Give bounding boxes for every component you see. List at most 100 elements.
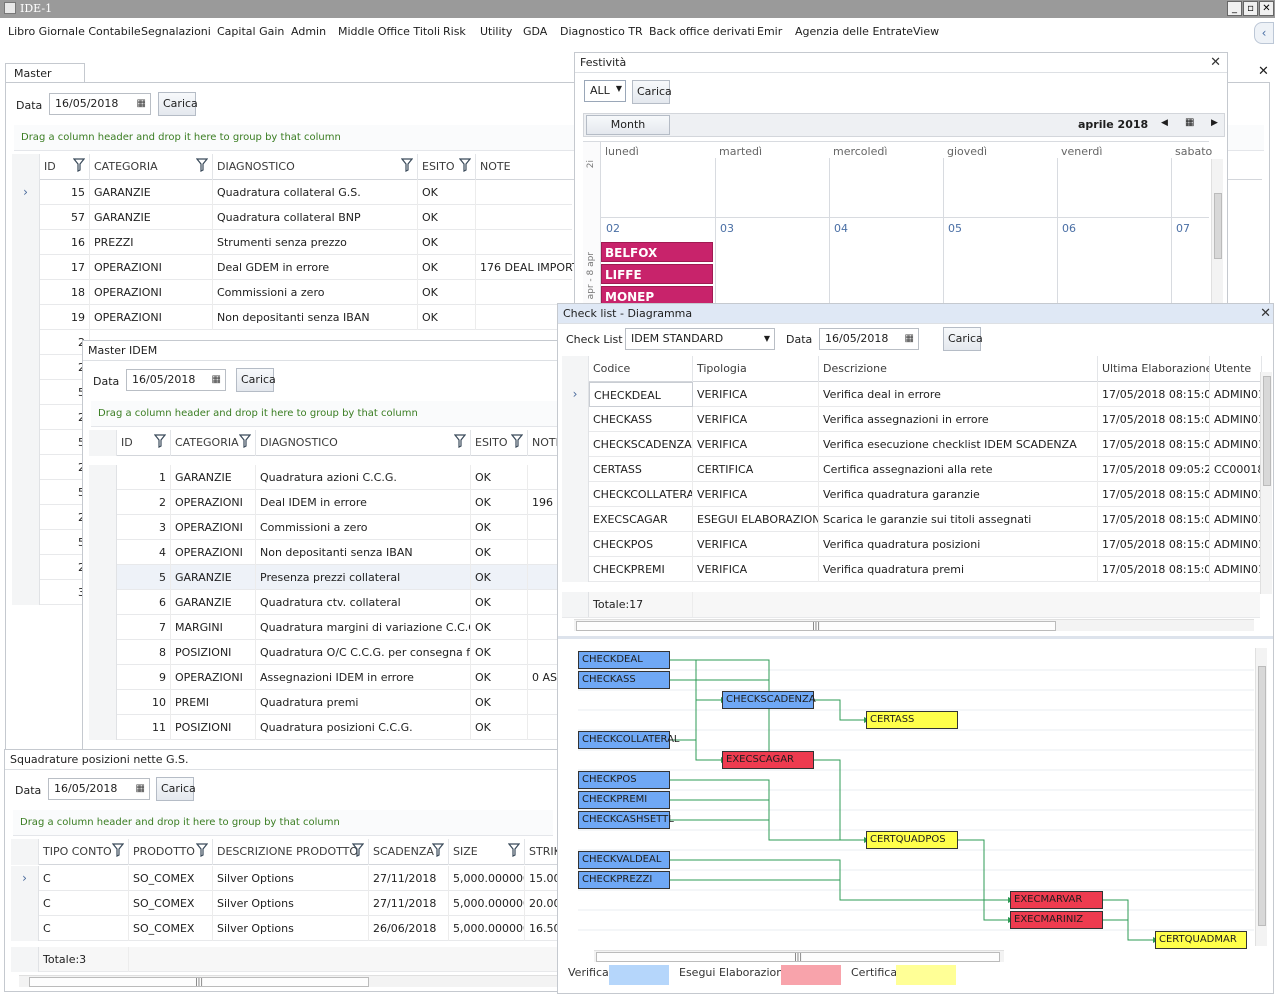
table-row[interactable]: 2 OPERAZIONI Deal IDEM in errore OK 196 I [89, 490, 560, 515]
menu-capital-gain[interactable]: Capital Gain [217, 25, 284, 38]
table-row[interactable]: 11 POSIZIONI Quadratura posizioni C.C.G. OK [89, 715, 559, 740]
menu-utility[interactable]: Utility [480, 25, 512, 38]
table-row[interactable]: CHECKPREMI VERIFICA Verifica quadratura pr… [562, 557, 1262, 582]
col-note[interactable]: NOTE [476, 154, 576, 180]
sq-group-panel[interactable]: Drag a column header and drop it here to… [13, 810, 553, 836]
table-row[interactable]: 4 OPERAZIONI Non depositanti senza IBAN OK [89, 540, 559, 565]
col-categoria[interactable]: CATEGORIA [171, 430, 256, 456]
table-row[interactable]: EXECSCAGAR ESEGUI ELABORAZIONE Scarica le … [562, 507, 1262, 532]
table-row[interactable]: 3 OPERAZIONI Commissioni a zero OK [89, 515, 559, 540]
cl-date-field[interactable]: 16/05/2018 ▦ [819, 328, 919, 350]
cl-vertical-scrollbar[interactable] [1260, 372, 1272, 594]
day-03[interactable]: 03 [720, 222, 734, 235]
minimize-button[interactable]: _ [1227, 1, 1242, 16]
menu-libro-giornale[interactable]: Libro Giornale Contabile [8, 25, 141, 38]
sq-horizontal-scrollbar[interactable]: ||| [19, 975, 559, 987]
diagram-node-checkpos[interactable]: CHECKPOS [578, 771, 670, 789]
close-icon[interactable]: ✕ [1260, 306, 1271, 321]
diagram-node-checkvaldeal[interactable]: CHECKVALDEAL [578, 851, 670, 869]
table-row[interactable]: 19 OPERAZIONI Non depositanti senza IBAN OK [12, 305, 576, 330]
holiday-event[interactable]: LIFFE [601, 264, 713, 284]
calendar-icon[interactable]: ▦ [905, 333, 914, 344]
idem-load-button[interactable]: Carica [236, 368, 276, 392]
table-row[interactable]: CERTASS CERTIFICA Certifica assegnazioni a… [562, 457, 1262, 482]
table-row[interactable]: C SO_COMEX Silver Options 27/11/2018 5,000.0… [11, 891, 559, 916]
diagram-node-checkscadenza[interactable]: CHECKSCADENZA [722, 691, 816, 709]
menu-back-office[interactable]: Back office derivati [649, 25, 755, 38]
diagram-node-checkcashsettl[interactable]: CHECKCASHSETTL [578, 811, 674, 829]
filter-icon[interactable] [459, 158, 471, 172]
table-row[interactable]: 5 GARANZIE Presenza prezzi collateral OK [89, 565, 559, 590]
table-row[interactable]: 1 GARANZIE Quadratura azioni C.C.G. OK [89, 465, 559, 490]
filter-icon[interactable] [239, 434, 251, 448]
filter-icon[interactable] [112, 843, 124, 857]
col-utente[interactable]: Utente [1210, 356, 1262, 382]
menu-segnalazioni[interactable]: Segnalazioni [141, 25, 211, 38]
prev-month-icon[interactable]: ◀ [1161, 118, 1168, 128]
calendar-week-1[interactable] [601, 158, 1209, 218]
table-row[interactable]: 57 GARANZIE Quadratura collateral BNP OK [12, 205, 576, 230]
table-row[interactable]: 16 PREZZI Strumenti senza prezzo OK [12, 230, 576, 255]
table-row[interactable]: 18 OPERAZIONI Commissioni a zero OK [12, 280, 576, 305]
filter-icon[interactable] [511, 434, 523, 448]
day-07[interactable]: 07 [1176, 222, 1190, 235]
col-prodotto[interactable]: PRODOTTO [129, 839, 213, 865]
close-tab-icon[interactable]: ✕ [1258, 64, 1269, 79]
day-02[interactable]: 02 [606, 222, 620, 235]
holiday-filter-dropdown[interactable]: ALL ▼ [584, 80, 626, 102]
table-row[interactable]: › C SO_COMEX Silver Options 27/11/2018 5,000.… [11, 866, 559, 891]
diagram-node-execmarvar[interactable]: EXECMARVAR [1010, 891, 1103, 909]
filter-icon[interactable] [352, 843, 364, 857]
table-row[interactable]: CHECKPOS VERIFICA Verifica quadratura posi… [562, 532, 1262, 557]
table-row[interactable]: 7 MARGINI Quadratura margini di variazione… [89, 615, 559, 640]
filter-icon[interactable] [73, 158, 85, 172]
diagram-node-checkprezzi[interactable]: CHECKPREZZI [578, 871, 670, 889]
filter-icon[interactable] [196, 843, 208, 857]
tab-master-gdem[interactable]: Master GDEM [5, 63, 85, 93]
filter-icon[interactable] [154, 434, 166, 448]
col-id[interactable]: ID [117, 430, 171, 456]
day-05[interactable]: 05 [948, 222, 962, 235]
sq-load-button[interactable]: Carica [156, 777, 196, 801]
col-codice[interactable]: Codice [589, 356, 693, 382]
menu-agenzia-entrate[interactable]: Agenzia delle Entrate [795, 25, 913, 38]
table-row[interactable]: CHECKASS VERIFICA Verifica assegnazioni in… [562, 407, 1262, 432]
diagram-node-execmariniz[interactable]: EXECMARINIZ [1010, 911, 1103, 929]
calendar-icon[interactable]: ▦ [137, 98, 146, 109]
diagram-horizontal-scrollbar[interactable]: ||| [594, 950, 1004, 962]
table-row[interactable]: › 15 GARANZIE Quadratura collateral G.S. OK [12, 180, 576, 205]
col-esito[interactable]: ESITO [471, 430, 528, 456]
diagram-node-certass[interactable]: CERTASS [866, 711, 958, 729]
diagram-node-certquadmar[interactable]: CERTQUADMAR [1155, 931, 1247, 949]
col-categoria[interactable]: CATEGORIA [90, 154, 213, 180]
sq-date-field[interactable]: 16/05/2018 ▦ [48, 778, 150, 800]
col-tipo-conto[interactable]: TIPO CONTO [39, 839, 129, 865]
idem-date-field[interactable]: 16/05/2018 ▦ [126, 369, 226, 391]
col-id[interactable]: ID [40, 154, 90, 180]
filter-icon[interactable] [454, 434, 466, 448]
day-04[interactable]: 04 [834, 222, 848, 235]
month-view-button[interactable]: Month [586, 115, 670, 135]
idem-group-panel[interactable]: Drag a column header and drop it here to… [91, 401, 561, 427]
col-size[interactable]: SIZE [449, 839, 525, 865]
checklist-dropdown[interactable]: IDEM STANDARD ▼ [625, 328, 775, 350]
table-row[interactable]: 10 PREMI Quadratura premi OK [89, 690, 559, 715]
menu-view[interactable]: View [913, 25, 939, 38]
collapse-panel-button[interactable]: ‹ [1254, 22, 1274, 44]
table-row[interactable]: 8 POSIZIONI Quadratura O/C C.C.G. per cons… [89, 640, 559, 665]
col-descrizione-prodotto[interactable]: DESCRIZIONE PRODOTTO [213, 839, 369, 865]
table-row[interactable]: 17 OPERAZIONI Deal GDEM in errore OK 176 DEA… [12, 255, 576, 280]
diagram-node-checkcollateral[interactable]: CHECKCOLLATERAL [578, 731, 680, 749]
diagram-node-checkpremi[interactable]: CHECKPREMI [578, 791, 670, 809]
col-ultima-elaborazione[interactable]: Ultima Elaborazione [1098, 356, 1210, 382]
filter-icon[interactable] [401, 158, 413, 172]
diagram-vertical-scrollbar[interactable] [1255, 648, 1267, 946]
restore-button[interactable]: ▫ [1243, 1, 1258, 16]
table-row[interactable]: 9 OPERAZIONI Assegnazioni IDEM in errore OK… [89, 665, 559, 690]
table-row[interactable]: C SO_COMEX Silver Options 26/06/2018 5,000.0… [11, 916, 559, 941]
day-06[interactable]: 06 [1062, 222, 1076, 235]
cl-load-button[interactable]: Carica [943, 327, 983, 351]
diagram-node-certquadpos[interactable]: CERTQUADPOS [866, 831, 958, 849]
diagram-node-checkdeal[interactable]: CHECKDEAL [578, 651, 670, 669]
table-row[interactable]: 6 GARANZIE Quadratura ctv. collateral OK [89, 590, 559, 615]
